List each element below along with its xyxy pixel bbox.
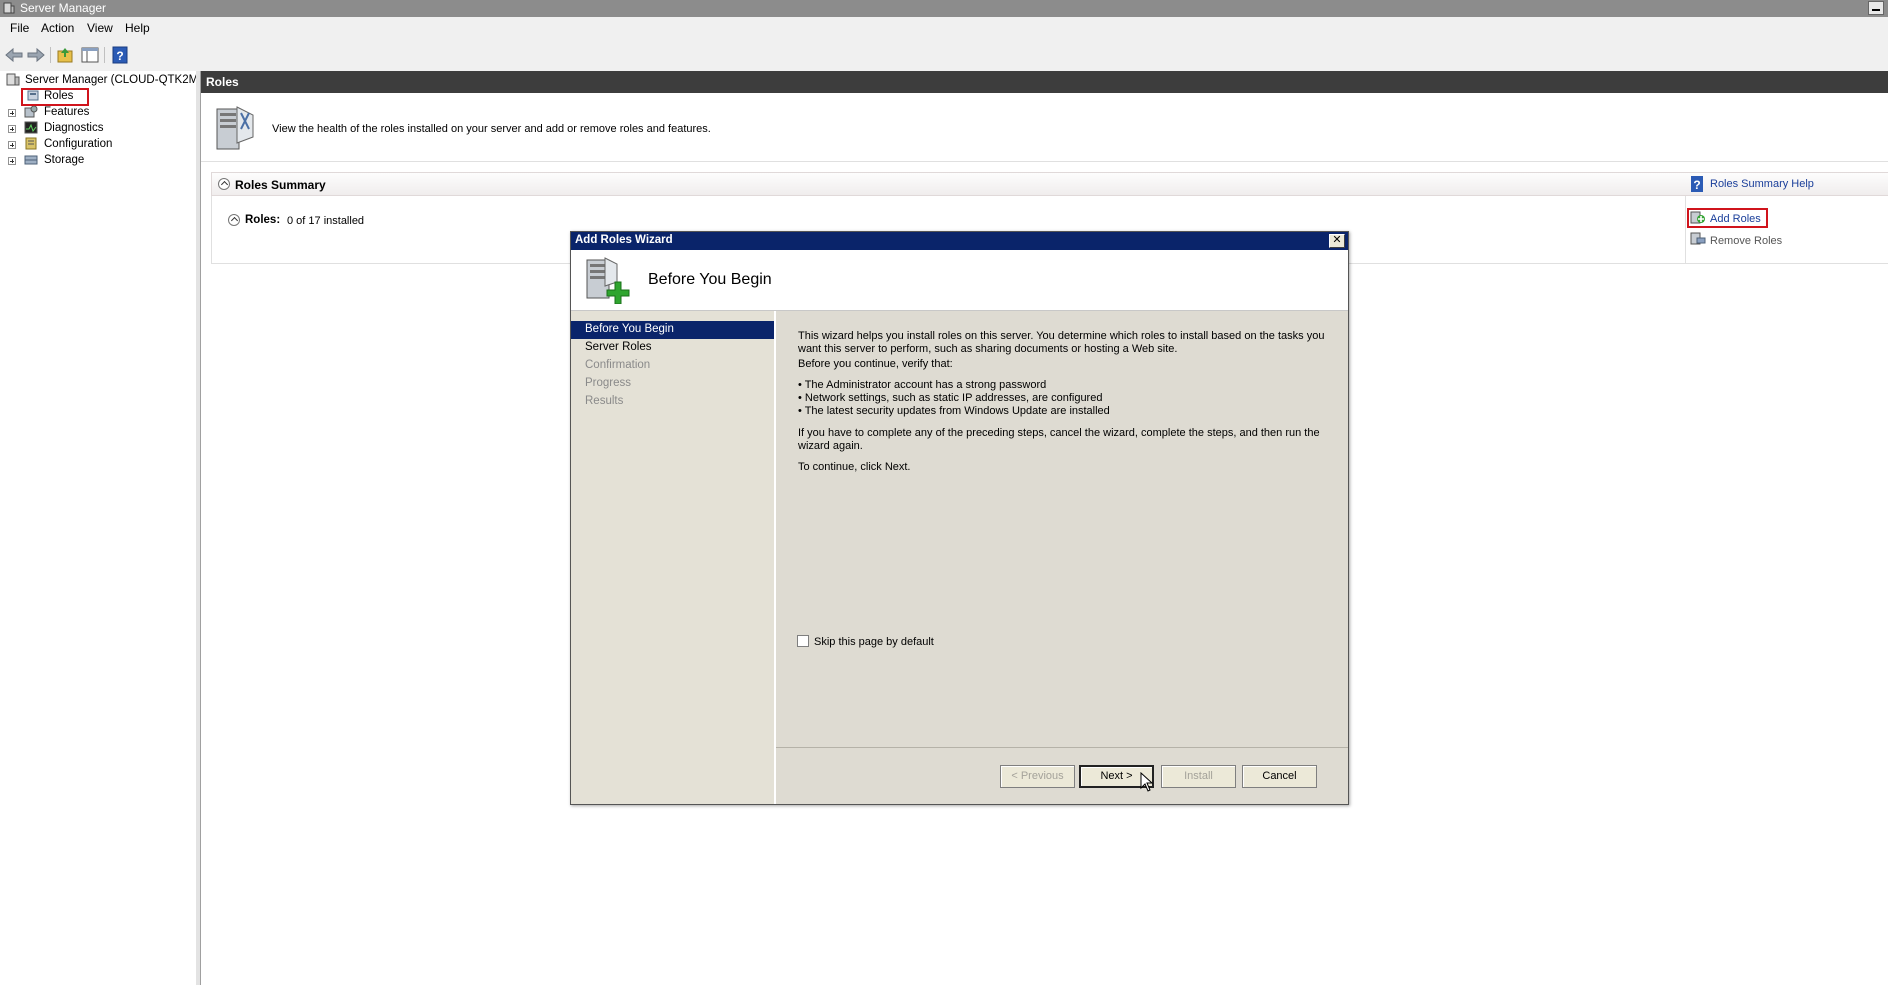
wizard-verify-heading: Before you continue, verify that: [798,358,953,370]
mouse-cursor-icon [1140,772,1154,792]
expand-icon[interactable] [8,157,16,165]
menu-help[interactable]: Help [125,21,150,35]
cancel-button[interactable]: Cancel [1242,765,1317,788]
previous-button[interactable]: < Previous [1000,765,1075,788]
expand-icon[interactable] [8,109,16,117]
server-manager-icon [6,73,20,86]
wizard-step-nav: Before You Begin Server Roles Confirmati… [571,311,776,804]
remove-roles-link[interactable]: Remove Roles [1710,235,1782,247]
wizard-page-title: Before You Begin [648,271,772,288]
wizard-button-separator [776,747,1348,748]
expand-icon[interactable] [8,125,16,133]
menu-action[interactable]: Action [41,21,74,35]
roles-installed-count: 0 of 17 installed [287,215,365,227]
menu-view[interactable]: View [87,21,113,35]
roles-summary-bar: Roles Summary ? Roles Summary Help [211,172,1888,196]
roles-description: View the health of the roles installed o… [272,123,711,135]
back-arrow-icon[interactable] [4,46,24,64]
wizard-content: This wizard helps you install roles on t… [776,311,1348,804]
wizard-titlebar: Add Roles Wizard ✕ [571,232,1348,250]
roles-header-bar: Roles [201,71,1888,93]
install-button[interactable]: Install [1161,765,1236,788]
collapse-icon[interactable] [218,178,230,190]
wizard-step-progress: Progress [585,377,632,389]
roles-description-area: View the health of the roles installed o… [201,93,1888,162]
console-tree: Server Manager (CLOUD-QTK2MKE Roles Feat… [0,71,214,985]
features-icon [24,105,38,118]
roles-summary-title: Roles Summary [235,178,326,192]
menu-bar: File Action View Help [0,17,1888,39]
diagnostics-icon [24,121,38,134]
up-folder-icon[interactable] [56,46,76,64]
svg-text:?: ? [116,49,123,63]
toolbar-separator [104,47,105,63]
wizard-step-server-roles[interactable]: Server Roles [571,339,774,357]
expand-icon[interactable] [8,141,16,149]
wizard-step-results: Results [585,395,624,407]
show-hide-console-tree-icon[interactable] [80,46,100,64]
roles-label: Roles: [245,214,281,226]
close-icon[interactable]: ✕ [1329,234,1345,248]
toolbar-separator [50,47,51,63]
wizard-step-confirmation: Confirmation [585,359,651,371]
help-icon[interactable]: ? [110,46,130,64]
wizard-continue-text: To continue, click Next. [798,461,911,473]
server-manager-icon [3,2,15,14]
window-titlebar: Server Manager [0,0,1888,17]
wizard-instructions-text: If you have to complete any of the prece… [798,427,1320,452]
server-roles-icon [216,106,254,150]
storage-icon [24,155,38,165]
wizard-title: Add Roles Wizard [575,234,673,246]
add-roles-highlight-box [1687,208,1768,228]
add-roles-wizard-dialog: Add Roles Wizard ✕ Before You Begin Befo… [570,231,1349,805]
menu-file[interactable]: File [10,21,29,35]
skip-page-label: Skip this page by default [814,636,934,648]
wizard-header: Before You Begin [571,250,1348,311]
forward-arrow-icon[interactable] [26,46,46,64]
collapse-icon[interactable] [228,214,240,226]
add-roles-wizard-icon [586,257,630,304]
wizard-step-before-you-begin[interactable]: Before You Begin [571,321,774,339]
actions-divider [1685,196,1686,264]
help-icon: ? [1691,176,1703,192]
wizard-bullet: • The latest security updates from Windo… [798,405,1110,417]
configuration-icon [25,137,37,150]
wizard-intro-text: This wizard helps you install roles on t… [798,330,1325,355]
minimize-button[interactable] [1868,1,1884,15]
svg-text:?: ? [1693,178,1700,192]
wizard-bullet: • The Administrator account has a strong… [798,379,1047,391]
roles-highlight-box [21,88,89,106]
window-title: Server Manager [20,1,107,15]
skip-page-checkbox[interactable] [797,635,809,647]
pane-splitter[interactable] [196,71,201,985]
wizard-bullet: • Network settings, such as static IP ad… [798,392,1103,404]
remove-roles-icon [1690,232,1706,245]
page-title: Roles [206,75,239,89]
toolbar: ? [0,38,1888,72]
roles-summary-help-link[interactable]: Roles Summary Help [1710,178,1814,190]
